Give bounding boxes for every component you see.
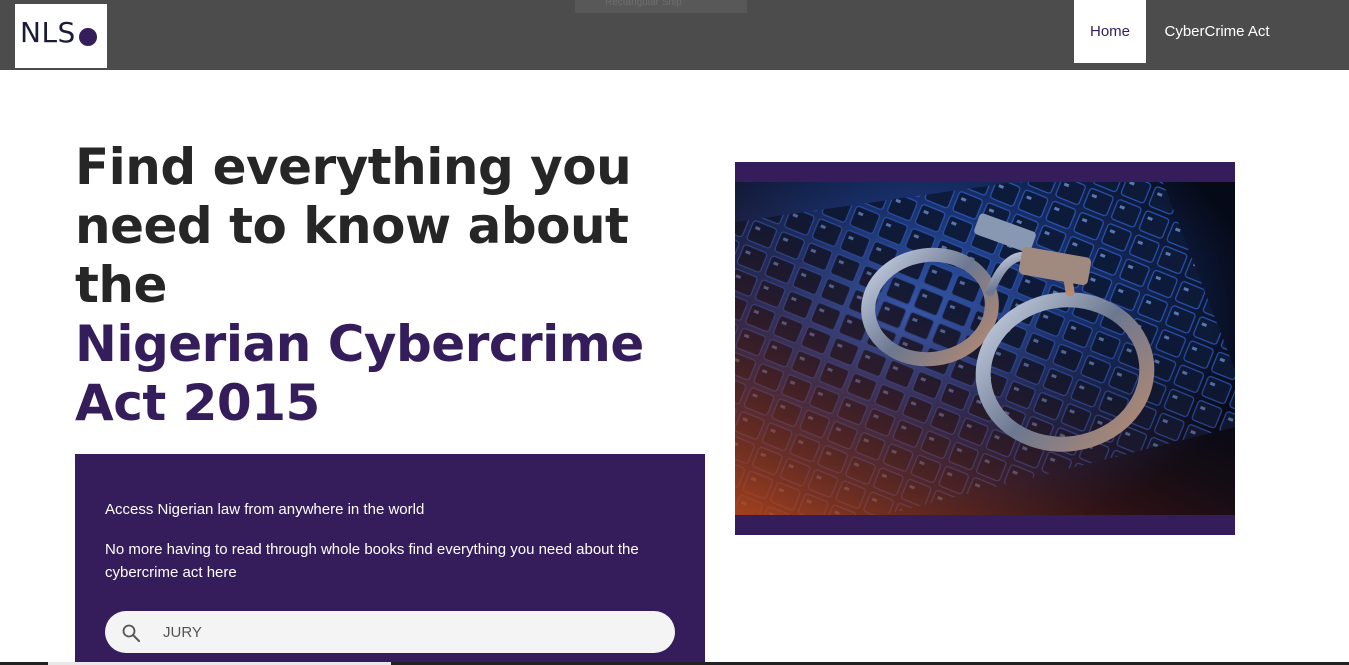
snip-toolbar-remnant: Rectangular Snip <box>575 0 747 13</box>
intro-panel: Access Nigerian law from anywhere in the… <box>75 454 705 665</box>
hero-accent-line-1: Nigerian Cybercrime <box>75 315 644 373</box>
panel-tagline: Access Nigerian law from anywhere in the… <box>105 501 425 518</box>
hero-line-2: need to know about the <box>75 197 629 314</box>
nav-cybercrime-act[interactable]: CyberCrime Act <box>1146 0 1288 63</box>
handcuffs-keyboard-image <box>735 182 1235 515</box>
nav-home[interactable]: Home <box>1074 0 1146 63</box>
panel-description: No more having to read through whole boo… <box>105 541 639 581</box>
snip-toolbar-label: Rectangular Snip <box>605 0 682 8</box>
hero-line-1: Find everything you <box>75 138 632 196</box>
logo[interactable]: NLS <box>15 4 107 68</box>
search-icon[interactable] <box>121 623 141 643</box>
search-input[interactable] <box>163 611 643 653</box>
hero-heading: Find everything you need to know about t… <box>75 138 715 433</box>
top-navbar: NLS Rectangular Snip Home CyberCrime Act <box>0 0 1349 70</box>
hero-image-frame <box>735 162 1235 535</box>
logo-dot-icon <box>79 28 97 46</box>
hero-accent-line-2: Act 2015 <box>75 374 320 432</box>
logo-text: NLS <box>20 16 76 49</box>
search-bar[interactable] <box>105 611 675 653</box>
